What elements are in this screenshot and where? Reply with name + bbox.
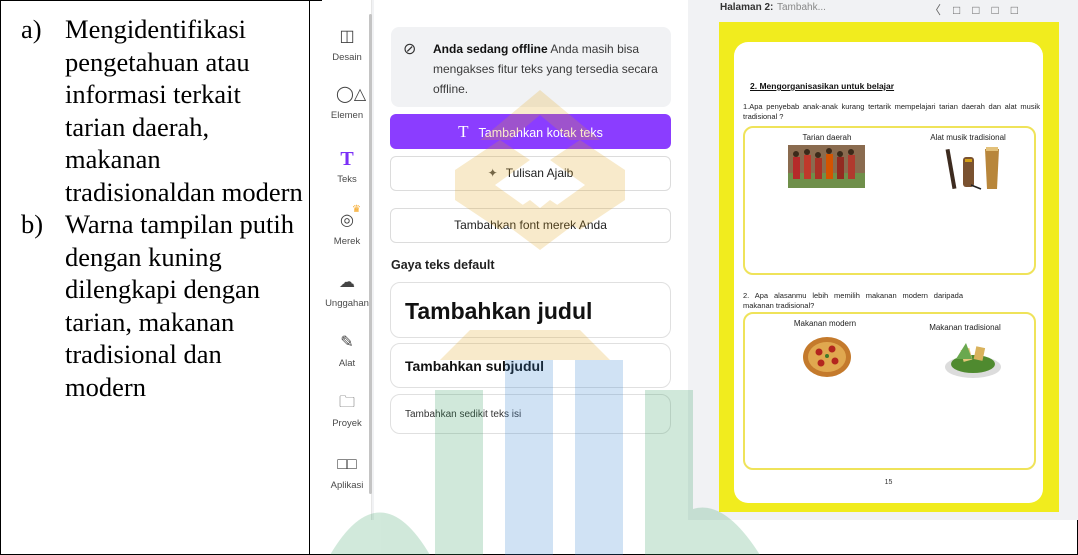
description-list: a) Mengidentifikasi pengetahuan atau inf… [21,13,306,403]
apps-icon: □□ [337,456,357,473]
comment-icon[interactable]: 〈 [929,3,953,17]
sidebar-item-label: Proyek [332,418,362,429]
traditional-food-photo [945,343,1001,378]
magic-write-label: Tulisan Ajaib [505,166,574,180]
layout-icon: ◫ [339,28,355,45]
add-textbox-button[interactable]: T Tambahkan kotak teks [390,114,671,149]
column-label: Makanan modern [793,319,857,328]
text-icon: T [458,122,469,141]
sidebar-item-aplikasi[interactable]: □□ Aplikasi [322,454,372,491]
column-label: Tarian daerah [802,133,852,142]
description-item-b: b) Warna tampilan putih dengan kuning di… [21,208,306,403]
answer-box-1: Tarian daerah Alat musik tradisional [743,126,1036,275]
worksheet-card: 2. Mengorganisasikan untuk belajar 1.Apa… [734,42,1043,503]
sidebar-item-label: Unggahan [325,298,369,309]
description-text: Mengidentifikasi pengetahuan atau inform… [65,14,303,207]
shapes-icon: ◯△ [336,86,367,103]
folder-icon: 🗀 [338,394,355,411]
answer-box-2: Makanan modern Makanan tradisional [743,312,1036,470]
worksheet-section-title: 2. Mengorganisasikan untuk belajar [750,81,895,91]
sidebar-item-unggahan[interactable]: ☁ Unggahan [322,272,372,309]
add-textbox-label: Tambahkan kotak teks [478,126,603,140]
instrument-photo [945,147,999,190]
description-item-a: a) Mengidentifikasi pengetahuan atau inf… [21,13,306,208]
question-2: 2. Apa alasanmu lebih memilih makanan mo… [743,291,963,310]
editor-screenshot: ◫ Desain ◯△ Elemen T Teks ♛ ◎ Merek ☁ Un… [322,0,1078,520]
design-page[interactable]: 2. Mengorganisasikan untuk belajar 1.Apa… [719,22,1059,512]
text-panel: ⊘ Anda sedang offline Anda masih bisa me… [374,0,688,520]
sidebar-item-merek[interactable]: ♛ ◎ Merek [322,204,372,247]
page-number: 15 [884,479,893,486]
page-tools: 〈□□□□ [929,1,1030,18]
sidebar-item-elemen[interactable]: ◯△ Elemen [322,84,372,121]
add-brand-font-button[interactable]: Tambahkan font merek Anda [390,208,671,243]
text-icon: T [340,148,354,170]
offline-notice: ⊘ Anda sedang offline Anda masih bisa me… [391,27,671,107]
sidebar-item-label: Desain [332,52,362,63]
sidebar-item-label: Teks [337,174,357,185]
magic-write-button[interactable]: ✦ Tulisan Ajaib [390,156,671,191]
sidebar-item-alat[interactable]: ✎ Alat [322,332,372,369]
canvas-toolbar: Halaman 2: Tambahk... 〈□□□□ [717,0,1078,22]
cloud-off-icon: ⊘ [403,41,417,58]
rail-scrollbar[interactable] [369,14,372,494]
list-marker: a) [21,14,42,44]
list-marker: b) [21,209,44,239]
default-styles-heading: Gaya teks default [391,258,495,272]
sidebar-item-teks[interactable]: T Teks [322,148,372,185]
offline-title: Anda sedang offline [433,42,548,56]
add-page-icon[interactable]: □ [1011,3,1030,17]
pizza-photo [803,337,851,377]
page-label: Halaman 2: [720,2,774,13]
sidebar-item-label: Elemen [330,110,364,121]
duplicate-icon[interactable]: □ [972,3,991,17]
description-text: Warna tampilan putih dengan kuning dilen… [65,209,294,402]
side-rail: ◫ Desain ◯△ Elemen T Teks ♛ ◎ Merek ☁ Un… [322,0,372,520]
delete-icon[interactable]: □ [992,3,1011,17]
column-label: Alat musik tradisional [930,133,1006,142]
magic-wand-icon: ✦ [487,166,498,180]
add-body-text-button[interactable]: Tambahkan sedikit teks isi [390,394,671,434]
lock-icon[interactable]: □ [953,3,972,17]
dance-photo [788,145,865,188]
sidebar-item-label: Aplikasi [330,480,364,491]
sidebar-item-proyek[interactable]: 🗀 Proyek [322,392,372,429]
sidebar-item-label: Alat [338,358,356,369]
upload-icon: ☁ [339,274,355,291]
column-label: Makanan tradisional [929,323,1001,332]
description-cell: a) Mengidentifikasi pengetahuan atau inf… [1,1,310,555]
question-1: 1.Apa penyebab anak-anak kurang tertarik… [743,102,1040,121]
sidebar-item-desain[interactable]: ◫ Desain [322,26,372,63]
page-title-input[interactable]: Tambahk... [777,2,826,13]
add-subheading-button[interactable]: Tambahkan subjudul [390,343,671,388]
add-heading-button[interactable]: Tambahkan judul [390,282,671,338]
sidebar-item-label: Merek [333,236,361,247]
add-brand-font-label: Tambahkan font merek Anda [454,218,607,232]
pen-icon: ✎ [340,334,354,351]
crown-icon: ♛ [352,204,361,215]
